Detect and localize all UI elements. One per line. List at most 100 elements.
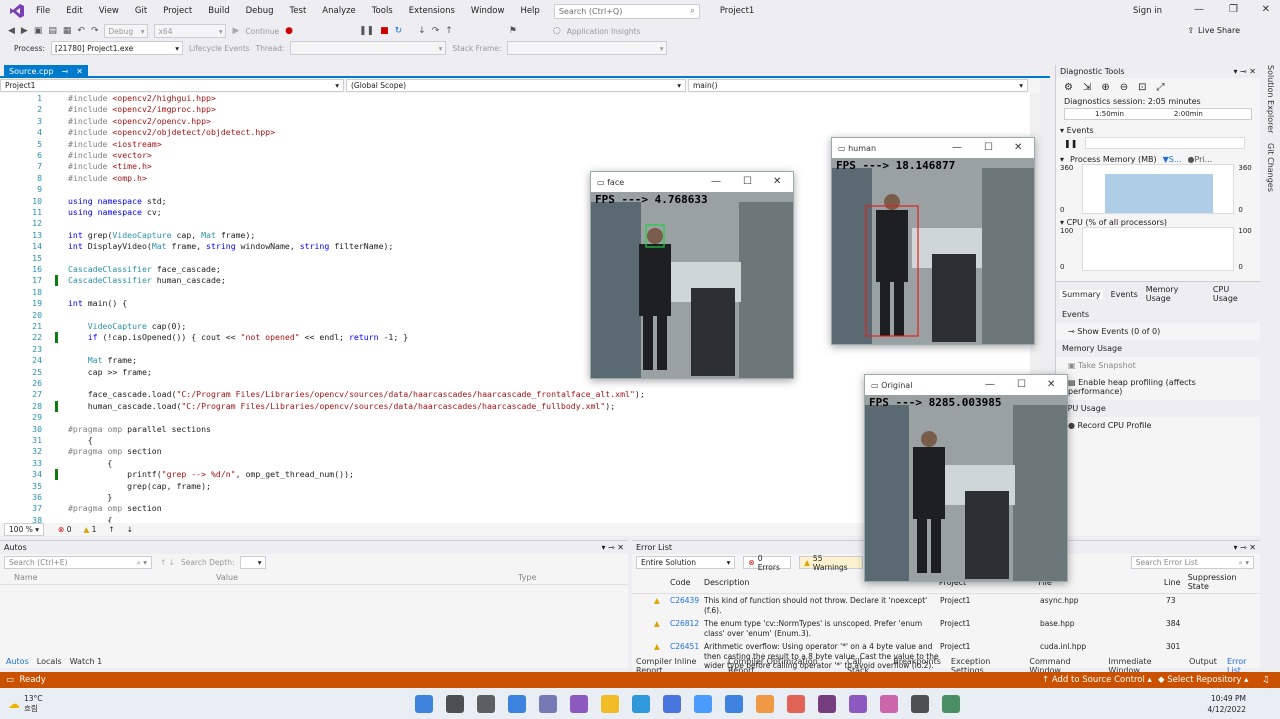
vs-code-icon[interactable] bbox=[880, 694, 899, 713]
menu-item-extensions[interactable]: Extensions bbox=[401, 6, 463, 16]
close-button[interactable]: ✕ bbox=[773, 176, 781, 187]
slack-icon[interactable] bbox=[818, 694, 837, 713]
pause-icon[interactable]: ❚❚ bbox=[359, 26, 374, 36]
face-window[interactable]: ▭ face — ☐ ✕ FPS ---> 4.768633 bbox=[590, 171, 794, 379]
autos-search-input[interactable]: Search (Ctrl+E) ⌕ ▾ bbox=[4, 556, 152, 569]
maximize-button[interactable]: ☐ bbox=[984, 142, 993, 153]
process-select[interactable]: [21780] Project1.exe ▾ bbox=[50, 41, 183, 55]
undo-icon[interactable]: ↶ bbox=[77, 26, 85, 36]
close-button[interactable]: ✕ bbox=[1014, 142, 1022, 153]
heap-profiling-toggle[interactable]: ▤ Enable heap profiling (affects perform… bbox=[1056, 374, 1260, 400]
search-depth-select[interactable]: ▾ bbox=[240, 556, 267, 569]
tab-locals[interactable]: Locals bbox=[37, 657, 62, 666]
continue-button[interactable]: Continue bbox=[245, 27, 279, 36]
face-window-titlebar[interactable]: ▭ face — ☐ ✕ bbox=[591, 172, 793, 192]
thread-select[interactable]: ▾ bbox=[290, 41, 447, 55]
settings-icon[interactable]: ⚙ bbox=[1064, 82, 1073, 93]
store-icon[interactable] bbox=[663, 694, 682, 713]
error-code[interactable]: C26451 bbox=[670, 642, 704, 651]
menu-item-edit[interactable]: Edit bbox=[58, 6, 90, 16]
terminal-icon[interactable] bbox=[911, 694, 930, 713]
diag-tab-events[interactable]: Events bbox=[1111, 290, 1138, 299]
platform-select[interactable]: x64 ▾ bbox=[154, 24, 227, 38]
step-out-icon[interactable]: ↑ bbox=[445, 26, 453, 36]
close-button[interactable]: ✕ bbox=[1262, 4, 1270, 15]
warnings-filter-button[interactable]: ▲ 55 Warnings bbox=[799, 554, 863, 572]
opencv-app-icon[interactable] bbox=[942, 694, 961, 713]
human-window-titlebar[interactable]: ▭ human — ☐ ✕ bbox=[832, 138, 1034, 158]
menu-item-git[interactable]: Git bbox=[127, 6, 155, 16]
zoom-select[interactable]: 100 % ▾ bbox=[4, 523, 44, 536]
continue-icon[interactable]: ▶ bbox=[232, 26, 239, 36]
error-search-input[interactable]: Search Error List ⌕ ▾ bbox=[1130, 556, 1255, 569]
live-share-button[interactable]: ⇪ Live Share bbox=[1187, 26, 1240, 35]
close-button[interactable]: ✕ bbox=[1047, 379, 1055, 390]
new-project-icon[interactable]: ▣ bbox=[34, 26, 43, 36]
tab-autos[interactable]: Autos bbox=[6, 657, 29, 666]
project-nav-select[interactable]: Project1 ▾ bbox=[0, 79, 344, 92]
redo-icon[interactable]: ↷ bbox=[91, 26, 99, 36]
widgets-icon[interactable] bbox=[508, 694, 527, 713]
zoom-icon[interactable] bbox=[694, 694, 713, 713]
side-tab-git-changes[interactable]: Git Changes bbox=[1266, 143, 1275, 192]
original-window[interactable]: ▭ Original — ☐ ✕ FPS ---> 8285.003985 bbox=[864, 374, 1068, 582]
minimize-button[interactable]: — bbox=[1194, 4, 1204, 15]
nav-down-icon[interactable]: ↓ bbox=[127, 525, 133, 534]
menu-item-window[interactable]: Window bbox=[463, 6, 513, 16]
chat-icon[interactable] bbox=[539, 694, 558, 713]
panel-controls-icon[interactable]: ▾ ⊸ ✕ bbox=[601, 543, 624, 552]
sublime-icon[interactable] bbox=[756, 694, 775, 713]
app-insights-button[interactable]: Application Insights bbox=[567, 27, 641, 36]
edge-icon[interactable] bbox=[632, 694, 651, 713]
minimize-button[interactable]: — bbox=[985, 379, 995, 390]
error-row[interactable]: ▲ C26439 This kind of function should not … bbox=[632, 594, 1260, 617]
tab-source-cpp[interactable]: Source.cpp ⊸ ✕ bbox=[4, 65, 88, 78]
maximize-button[interactable]: ❐ bbox=[1229, 4, 1238, 15]
diag-tab-memory-usage[interactable]: Memory Usage bbox=[1146, 285, 1205, 303]
zoom-fit-icon[interactable]: ⤢ bbox=[1157, 82, 1165, 93]
maximize-button[interactable]: ☐ bbox=[743, 176, 752, 187]
fire-icon[interactable]: ● bbox=[285, 26, 293, 36]
reset-zoom-icon[interactable]: ⊡ bbox=[1138, 82, 1146, 93]
side-tab-solution-explorer[interactable]: Solution Explorer bbox=[1266, 65, 1275, 133]
scope-nav-select[interactable]: (Global Scope) ▾ bbox=[346, 79, 686, 92]
error-scope-select[interactable]: Entire Solution ▾ bbox=[636, 556, 736, 569]
configuration-select[interactable]: Debug ▾ bbox=[104, 24, 149, 38]
menu-item-test[interactable]: Test bbox=[282, 6, 315, 16]
menu-item-project[interactable]: Project bbox=[155, 6, 200, 16]
pin-icon[interactable]: ⊸ bbox=[62, 67, 69, 76]
stack-frame-select[interactable]: ▾ bbox=[507, 41, 668, 55]
human-window[interactable]: ▭ human — ☐ ✕ FPS ---> 18.146877 bbox=[831, 137, 1035, 345]
menu-item-help[interactable]: Help bbox=[512, 6, 547, 16]
take-snapshot-button[interactable]: ▣ Take Snapshot bbox=[1056, 357, 1260, 374]
zoom-out-icon[interactable]: ⊖ bbox=[1120, 82, 1128, 93]
tab-watch-1[interactable]: Watch 1 bbox=[70, 657, 103, 666]
step-into-icon[interactable]: ↓ bbox=[418, 26, 426, 36]
error-row[interactable]: ▲ C26812 The enum type 'cv::NormTypes' is … bbox=[632, 617, 1260, 640]
calendar-icon[interactable] bbox=[725, 694, 744, 713]
original-window-titlebar[interactable]: ▭ Original — ☐ ✕ bbox=[865, 375, 1067, 395]
minimize-button[interactable]: — bbox=[711, 176, 721, 187]
minimize-button[interactable]: — bbox=[952, 142, 962, 153]
app-insights-icon[interactable]: ◌ bbox=[553, 26, 561, 36]
lifecycle-events-button[interactable]: Lifecycle Events bbox=[189, 44, 250, 53]
sign-in-link[interactable]: Sign in bbox=[1133, 6, 1162, 16]
pause-events-icon[interactable]: ❚❚ bbox=[1064, 139, 1077, 148]
windows-start-icon[interactable] bbox=[415, 694, 434, 713]
show-events-link[interactable]: ⊸ Show Events (0 of 0) bbox=[1056, 323, 1260, 340]
step-over-icon[interactable]: ↷ bbox=[432, 26, 440, 36]
timeline-ruler[interactable]: 1:50min 2:00min bbox=[1064, 108, 1252, 120]
back-icon[interactable]: ◀ bbox=[8, 26, 15, 36]
search-input[interactable]: Search (Ctrl+Q) ⌕ bbox=[553, 3, 700, 19]
menu-item-tools[interactable]: Tools bbox=[364, 6, 401, 16]
menu-item-build[interactable]: Build bbox=[200, 6, 237, 16]
error-code[interactable]: C26812 bbox=[670, 619, 704, 628]
add-source-control-button[interactable]: ↑ Add to Source Control ▴ bbox=[1042, 675, 1152, 685]
warning-count[interactable]: ▲ 1 bbox=[83, 525, 96, 534]
nav-up-icon[interactable]: ↑ bbox=[108, 525, 114, 534]
error-code[interactable]: C26439 bbox=[670, 596, 704, 605]
panel-controls-icon[interactable]: ▾ ⊸ ✕ bbox=[1233, 543, 1256, 552]
bookmark-icon[interactable]: ⚑ bbox=[509, 26, 517, 36]
diag-tab-cpu-usage[interactable]: CPU Usage bbox=[1213, 285, 1256, 303]
select-repository-button[interactable]: ◆ Select Repository ▴ bbox=[1158, 675, 1248, 685]
